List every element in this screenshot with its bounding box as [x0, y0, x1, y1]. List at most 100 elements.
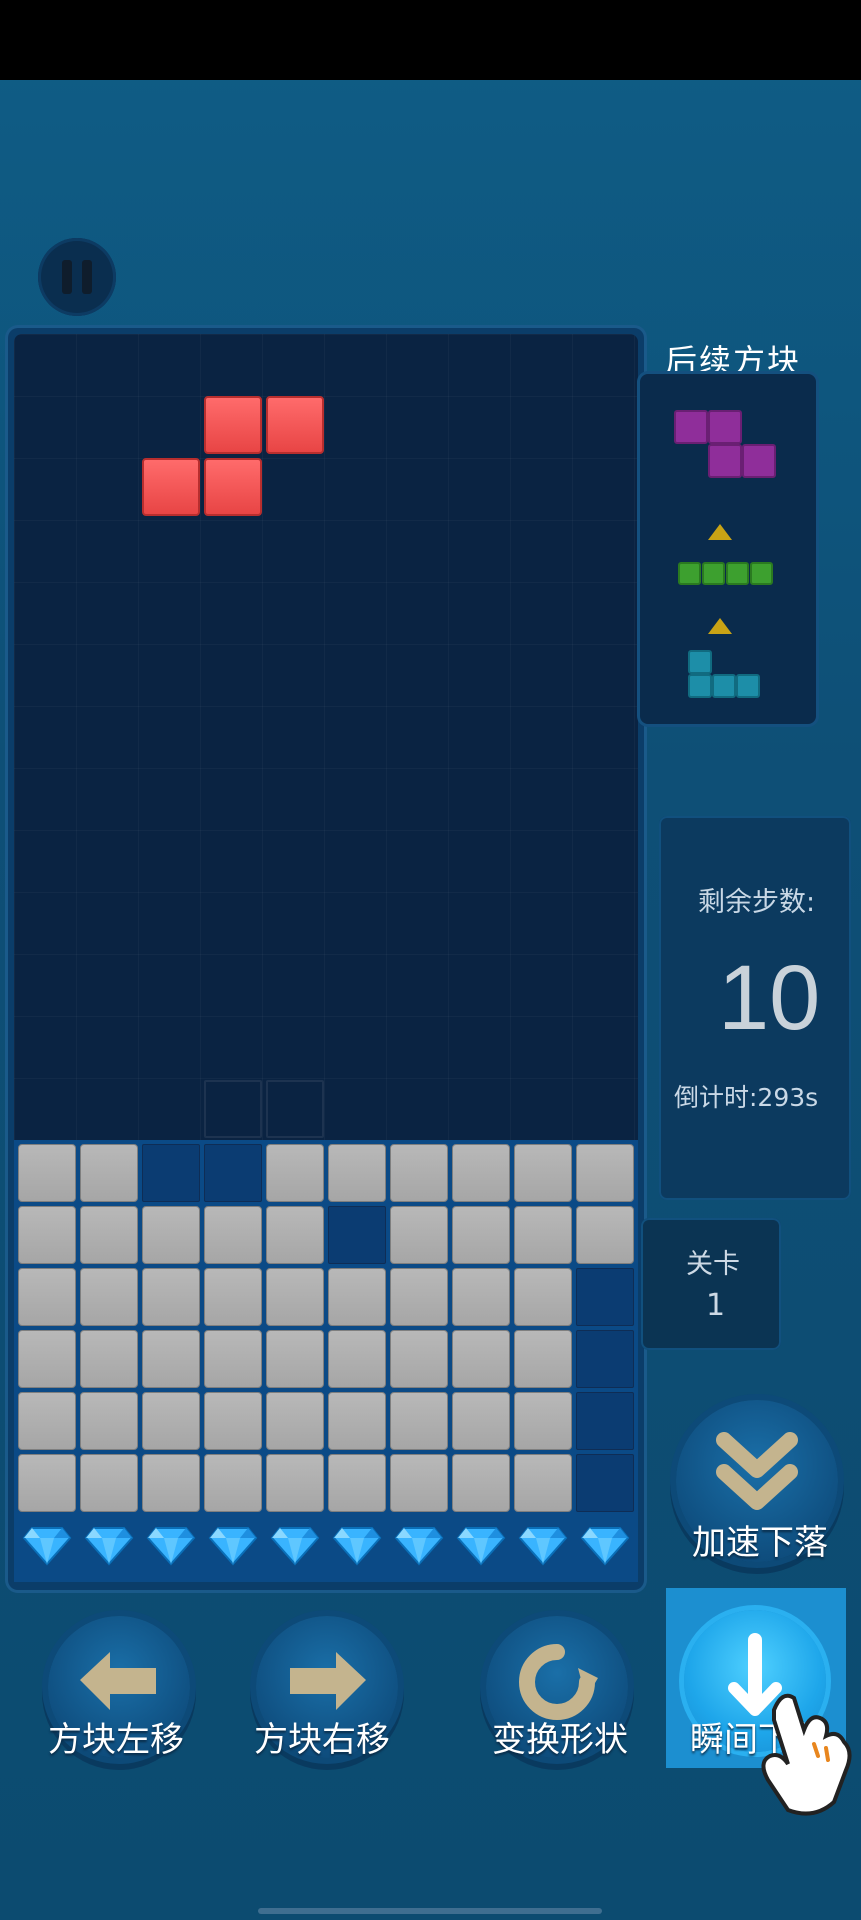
filled-block [328, 1392, 386, 1450]
filled-block [80, 1144, 138, 1202]
diamond-icon [208, 1527, 258, 1566]
diamond-icon [394, 1527, 444, 1566]
filled-block [266, 1268, 324, 1326]
falling-piece-block [142, 458, 200, 516]
diamond-icon [84, 1527, 134, 1566]
diamond-icon [332, 1527, 382, 1566]
filled-block [452, 1392, 510, 1450]
filled-block [328, 1268, 386, 1326]
filled-block [514, 1268, 572, 1326]
hand-pointer-icon [761, 1693, 852, 1816]
filled-block [80, 1454, 138, 1512]
filled-block [18, 1144, 76, 1202]
speed-down-label: 加速下落 [692, 1523, 828, 1563]
falling-piece-block [204, 458, 262, 516]
next-piece-block [702, 562, 725, 585]
status-bar [0, 0, 861, 80]
empty-cell [204, 1144, 262, 1202]
next-piece-block [708, 444, 742, 478]
pause-icon-bar [82, 260, 92, 294]
diamond-icon [518, 1527, 568, 1566]
home-indicator [258, 1908, 602, 1914]
filled-block [390, 1330, 448, 1388]
filled-block [204, 1268, 262, 1326]
filled-block [328, 1330, 386, 1388]
next-piece-block [736, 674, 760, 698]
filled-block [390, 1144, 448, 1202]
filled-block [514, 1144, 572, 1202]
filled-block [18, 1392, 76, 1450]
game-board [14, 334, 638, 1144]
empty-cell [576, 1392, 634, 1450]
next-piece-block [688, 674, 712, 698]
filled-block [328, 1144, 386, 1202]
filled-block [452, 1268, 510, 1326]
level-panel [641, 1218, 781, 1350]
filled-block [204, 1392, 262, 1450]
filled-block [514, 1206, 572, 1264]
filled-block [452, 1206, 510, 1264]
rotate-label: 变换形状 [492, 1720, 628, 1760]
pause-button[interactable] [38, 238, 116, 316]
filled-block [328, 1454, 386, 1512]
filled-block [514, 1454, 572, 1512]
next-piece-block [678, 562, 701, 585]
filled-block [390, 1454, 448, 1512]
filled-block [204, 1330, 262, 1388]
filled-block [266, 1206, 324, 1264]
next-piece-block [726, 562, 749, 585]
arrow-up-icon [708, 524, 732, 540]
filled-block [142, 1268, 200, 1326]
next-piece-block [688, 650, 712, 674]
empty-cell [576, 1454, 634, 1512]
filled-block [390, 1392, 448, 1450]
ghost-block [266, 1080, 324, 1138]
filled-block [18, 1268, 76, 1326]
next-pieces-panel [640, 374, 816, 724]
filled-block [204, 1206, 262, 1264]
ghost-block [204, 1080, 262, 1138]
level-value: 1 [706, 1288, 726, 1323]
filled-block [514, 1392, 572, 1450]
filled-block [576, 1144, 634, 1202]
filled-block [80, 1392, 138, 1450]
diamond-icon [456, 1527, 506, 1566]
remaining-steps-value: 10 [718, 947, 821, 1049]
filled-block [576, 1206, 634, 1264]
filled-block [390, 1206, 448, 1264]
diamond-icon [270, 1527, 320, 1566]
filled-block [142, 1206, 200, 1264]
filled-block [266, 1144, 324, 1202]
falling-piece-block [266, 396, 324, 454]
diamond-icon [146, 1527, 196, 1566]
filled-block [266, 1330, 324, 1388]
pause-icon [62, 260, 72, 294]
filled-block [266, 1454, 324, 1512]
level-label: 关卡 [686, 1249, 740, 1280]
move-left-label: 方块左移 [48, 1720, 184, 1760]
empty-cell [576, 1330, 634, 1388]
filled-block [142, 1454, 200, 1512]
filled-block [18, 1206, 76, 1264]
filled-block [80, 1206, 138, 1264]
countdown-timer: 倒计时:293s [674, 1083, 819, 1112]
empty-cell [576, 1268, 634, 1326]
filled-block [266, 1392, 324, 1450]
filled-block [452, 1144, 510, 1202]
filled-block [452, 1454, 510, 1512]
next-piece-block [742, 444, 776, 478]
arrow-up-icon [708, 618, 732, 634]
filled-block [18, 1454, 76, 1512]
remaining-steps-label: 剩余步数: [698, 887, 816, 918]
filled-block [142, 1392, 200, 1450]
empty-cell [328, 1206, 386, 1264]
filled-block [80, 1268, 138, 1326]
next-piece-block [708, 410, 742, 444]
diamond-icon [580, 1527, 630, 1566]
empty-cell [142, 1144, 200, 1202]
filled-block [18, 1330, 76, 1388]
falling-piece-block [204, 396, 262, 454]
diamond-icon [22, 1527, 72, 1566]
next-piece-block [712, 674, 736, 698]
filled-block [514, 1330, 572, 1388]
